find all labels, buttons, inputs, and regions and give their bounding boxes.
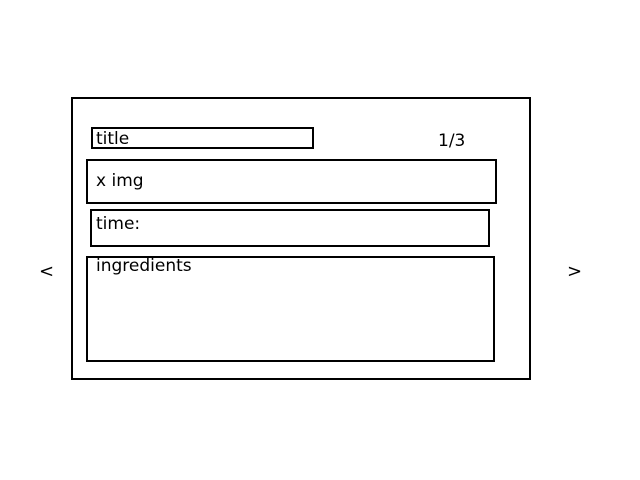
previous-button[interactable]: < xyxy=(39,263,54,281)
image-label: x img xyxy=(96,171,144,191)
time-label: time: xyxy=(96,214,141,234)
ingredients-field[interactable]: ingredients xyxy=(86,256,495,362)
next-button[interactable]: > xyxy=(567,263,582,281)
title-label: title xyxy=(96,129,130,149)
time-field[interactable]: time: xyxy=(90,209,490,247)
title-field[interactable]: title xyxy=(91,127,314,149)
page-indicator: 1/3 xyxy=(438,131,466,151)
image-placeholder: x img xyxy=(86,159,497,204)
recipe-card: title 1/3 x img time: ingredients xyxy=(71,97,531,380)
ingredients-label: ingredients xyxy=(96,256,192,276)
